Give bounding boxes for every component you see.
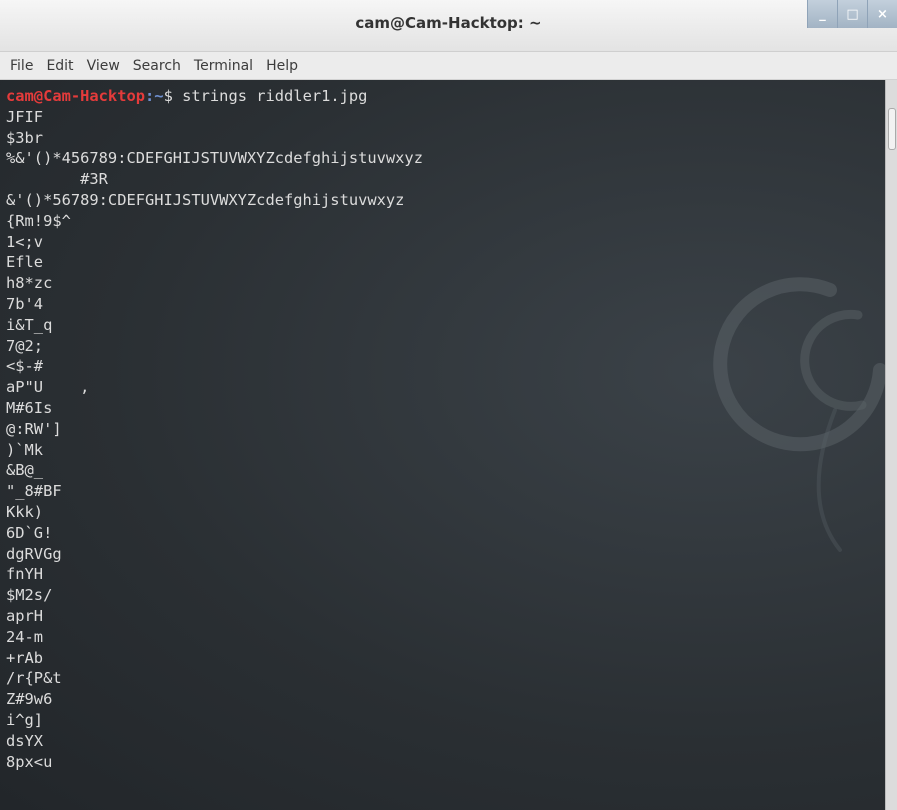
output-line: aP"U , [6, 378, 90, 397]
output-line: dgRVGg [6, 544, 62, 563]
window-controls: _ □ × [807, 0, 897, 28]
output-line: %&'()*456789:CDEFGHIJSTUVWXYZcdefghijstu… [6, 149, 423, 168]
output-line: <$-# [6, 357, 44, 376]
output-line: )`Mk [6, 440, 44, 459]
title-bar[interactable]: cam@Cam-Hacktop: ~ _ □ × [0, 0, 897, 52]
output-line: #3R [6, 170, 108, 189]
output-line: Z#9w6 [6, 690, 53, 709]
output-line: 24-m [6, 627, 44, 646]
output-line: 7@2; [6, 336, 44, 355]
output-line: /r{P&t [6, 669, 62, 688]
menu-help[interactable]: Help [266, 58, 298, 74]
output-line: 1<;v [6, 232, 44, 251]
prompt-user: cam@Cam-Hacktop [6, 87, 145, 105]
maximize-button[interactable]: □ [837, 0, 867, 28]
output-line: Kkk) [6, 502, 44, 521]
output-line: $3br [6, 128, 44, 147]
close-button[interactable]: × [867, 0, 897, 28]
menu-file[interactable]: File [10, 58, 33, 74]
terminal-area[interactable]: cam@Cam-Hacktop:~$ strings riddler1.jpg … [0, 80, 886, 810]
output-line: "_8#BF [6, 482, 62, 501]
output-line: M#6Is [6, 398, 53, 417]
output-line: @:RW'] [6, 419, 62, 438]
terminal-window: cam@Cam-Hacktop: ~ _ □ × File Edit View … [0, 0, 897, 810]
prompt-separator: : [145, 87, 155, 105]
prompt-symbol: $ [163, 87, 183, 105]
prompt-command: strings riddler1.jpg [182, 87, 368, 105]
menu-bar: File Edit View Search Terminal Help [0, 52, 897, 80]
output-line: i&T_q [6, 315, 53, 334]
output-line: fnYH [6, 565, 44, 584]
output-line: 7b'4 [6, 294, 44, 313]
output-line: Efle [6, 253, 44, 272]
output-line: JFIF [6, 107, 44, 126]
minimize-button[interactable]: _ [807, 0, 837, 28]
menu-edit[interactable]: Edit [46, 58, 73, 74]
output-line: dsYX [6, 731, 44, 750]
window-title: cam@Cam-Hacktop: ~ [355, 14, 542, 32]
output-line: &B@_ [6, 461, 44, 480]
output-line: &'()*56789:CDEFGHIJSTUVWXYZcdefghijstuvw… [6, 190, 405, 209]
prompt-line: cam@Cam-Hacktop:~$ strings riddler1.jpg [6, 87, 367, 105]
menu-terminal[interactable]: Terminal [194, 58, 253, 74]
output-line: {Rm!9$^ [6, 211, 71, 230]
output-line: +rAb [6, 648, 44, 667]
output-line: h8*zc [6, 274, 53, 293]
prompt-path: ~ [154, 87, 164, 105]
output-line: 6D`G! [6, 523, 53, 542]
output-line: aprH [6, 606, 44, 625]
output-line: i^g] [6, 710, 44, 729]
terminal-output: cam@Cam-Hacktop:~$ strings riddler1.jpg … [0, 80, 886, 772]
output-line: 8px<u [6, 752, 53, 771]
scrollbar-thumb[interactable] [888, 108, 896, 150]
menu-view[interactable]: View [87, 58, 120, 74]
menu-search[interactable]: Search [133, 58, 181, 74]
scrollbar[interactable] [885, 80, 897, 810]
output-line: $M2s/ [6, 586, 53, 605]
